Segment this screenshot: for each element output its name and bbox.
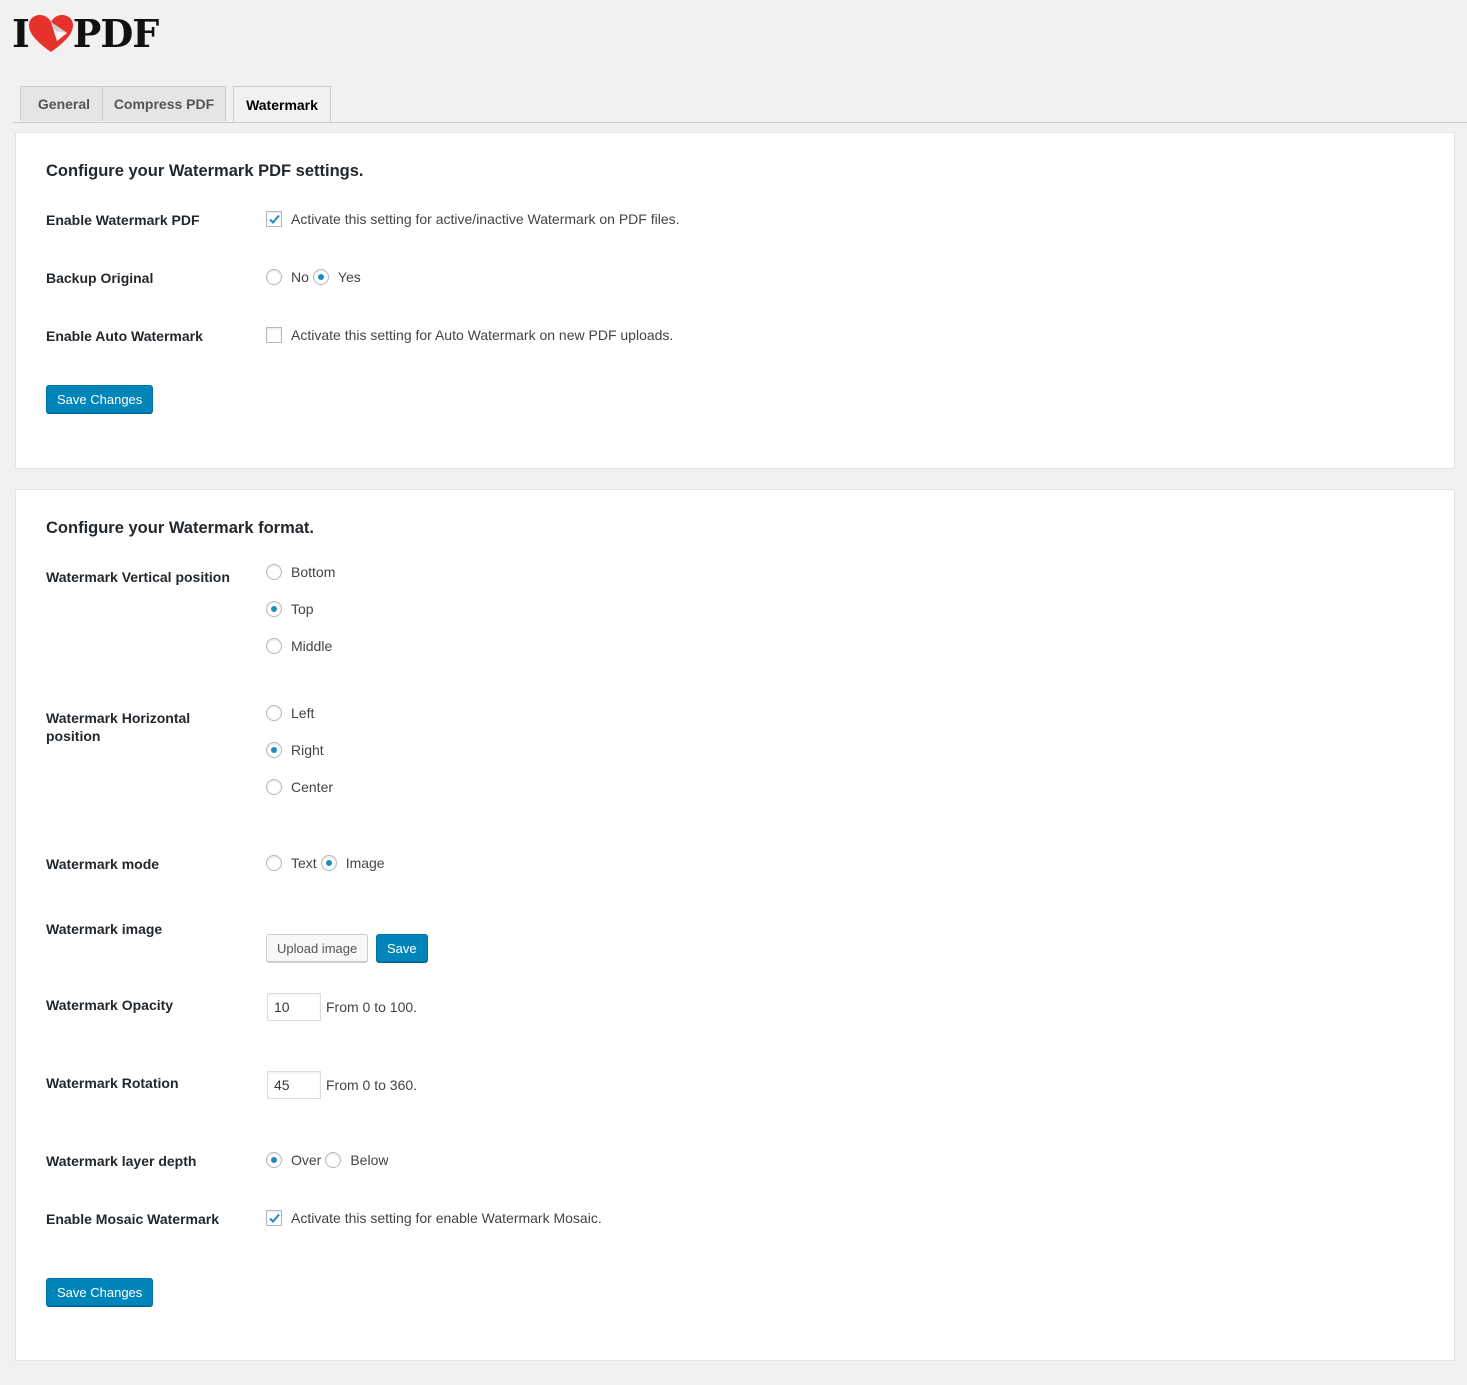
- save-image-button[interactable]: Save: [376, 934, 428, 962]
- watermark-format-card: Configure your Watermark format. Waterma…: [15, 489, 1455, 1361]
- mosaic-control: Activate this setting for enable Waterma…: [266, 1210, 602, 1226]
- layer-below-radio[interactable]: [325, 1152, 342, 1168]
- layer-below-label: Below: [350, 1152, 389, 1168]
- vertical-middle-radio[interactable]: [266, 638, 282, 654]
- watermark-image-label: Watermark image: [46, 921, 163, 937]
- backup-yes-radio[interactable]: [312, 269, 329, 285]
- upload-image-button[interactable]: Upload image: [266, 934, 369, 962]
- horizontal-right-label: Right: [291, 742, 324, 758]
- vertical-top-option: Top: [266, 601, 314, 617]
- vertical-position-label: Watermark Vertical position: [46, 569, 230, 585]
- auto-watermark-checkbox[interactable]: [266, 327, 282, 343]
- save-changes-button[interactable]: Save Changes: [46, 385, 154, 413]
- auto-watermark-description: Activate this setting for Auto Watermark…: [291, 327, 674, 343]
- auto-watermark-label: Enable Auto Watermark: [46, 328, 203, 344]
- format-card-title: Configure your Watermark format.: [46, 519, 315, 537]
- layer-over-radio[interactable]: [266, 1152, 282, 1168]
- layer-depth-label: Watermark layer depth: [46, 1153, 197, 1169]
- watermark-mode-control: Text Image: [266, 855, 385, 871]
- save-changes-button-format[interactable]: Save Changes: [46, 1278, 154, 1306]
- opacity-label: Watermark Opacity: [46, 997, 174, 1013]
- backup-yes-label: Yes: [337, 269, 361, 285]
- layer-depth-control: Over Below: [266, 1152, 388, 1168]
- backup-original-label: Backup Original: [46, 270, 154, 286]
- mode-text-label: Text: [291, 855, 317, 871]
- backup-no-radio[interactable]: [266, 269, 282, 285]
- vertical-top-label: Top: [291, 601, 314, 617]
- mode-image-radio[interactable]: [320, 855, 337, 871]
- logo-text-pdf: PDF: [72, 11, 160, 56]
- horizontal-left-radio[interactable]: [266, 705, 282, 721]
- settings-tabs: General Compress PDF Watermark: [13, 86, 1467, 123]
- enable-watermark-control: Activate this setting for active/inactiv…: [266, 211, 680, 227]
- horizontal-center-label: Center: [291, 779, 334, 795]
- backup-original-control: No Yes: [266, 269, 361, 285]
- checkmark-icon: [268, 214, 280, 224]
- vertical-middle-option: Middle: [266, 638, 332, 654]
- rotation-control: From 0 to 360.: [267, 1071, 417, 1099]
- watermark-mode-label: Watermark mode: [46, 856, 160, 872]
- vertical-bottom-label: Bottom: [291, 564, 336, 580]
- horizontal-left-option: Left: [266, 705, 314, 721]
- horizontal-center-radio[interactable]: [266, 779, 282, 795]
- tab-watermark[interactable]: Watermark: [233, 86, 331, 122]
- opacity-control: From 0 to 100.: [267, 993, 417, 1021]
- enable-watermark-checkbox[interactable]: [266, 211, 282, 227]
- layer-over-label: Over: [291, 1152, 322, 1168]
- mosaic-label: Enable Mosaic Watermark: [46, 1211, 219, 1227]
- horizontal-right-radio[interactable]: [266, 742, 282, 758]
- opacity-hint: From 0 to 100.: [326, 999, 418, 1015]
- rotation-input[interactable]: [267, 1071, 321, 1099]
- tab-general[interactable]: General: [20, 86, 108, 121]
- horizontal-center-option: Center: [266, 779, 333, 795]
- auto-watermark-control: Activate this setting for Auto Watermark…: [266, 327, 673, 343]
- settings-card-title: Configure your Watermark PDF settings.: [46, 162, 364, 180]
- ilovepdf-logo: I PDF: [12, 11, 160, 56]
- checkmark-icon: [268, 1213, 280, 1223]
- mode-image-label: Image: [345, 855, 385, 871]
- rotation-hint: From 0 to 360.: [326, 1077, 418, 1093]
- vertical-bottom-option: Bottom: [266, 564, 335, 580]
- vertical-top-radio[interactable]: [266, 601, 282, 617]
- tab-compress-pdf[interactable]: Compress PDF: [102, 86, 226, 121]
- mode-text-radio[interactable]: [266, 855, 282, 871]
- mosaic-checkbox[interactable]: [266, 1210, 282, 1226]
- opacity-input[interactable]: [267, 993, 321, 1021]
- vertical-bottom-radio[interactable]: [266, 564, 282, 580]
- horizontal-left-label: Left: [291, 705, 315, 721]
- enable-watermark-label: Enable Watermark PDF: [46, 212, 200, 228]
- watermark-settings-card: Configure your Watermark PDF settings. E…: [15, 132, 1455, 469]
- backup-no-label: No: [291, 269, 309, 285]
- rotation-label: Watermark Rotation: [46, 1075, 179, 1091]
- horizontal-right-option: Right: [266, 742, 324, 758]
- enable-watermark-description: Activate this setting for active/inactiv…: [291, 211, 680, 227]
- heart-icon: [28, 15, 73, 52]
- horizontal-position-label: Watermark Horizontal position: [46, 710, 191, 744]
- vertical-middle-label: Middle: [291, 638, 333, 654]
- mosaic-description: Activate this setting for enable Waterma…: [291, 1210, 602, 1226]
